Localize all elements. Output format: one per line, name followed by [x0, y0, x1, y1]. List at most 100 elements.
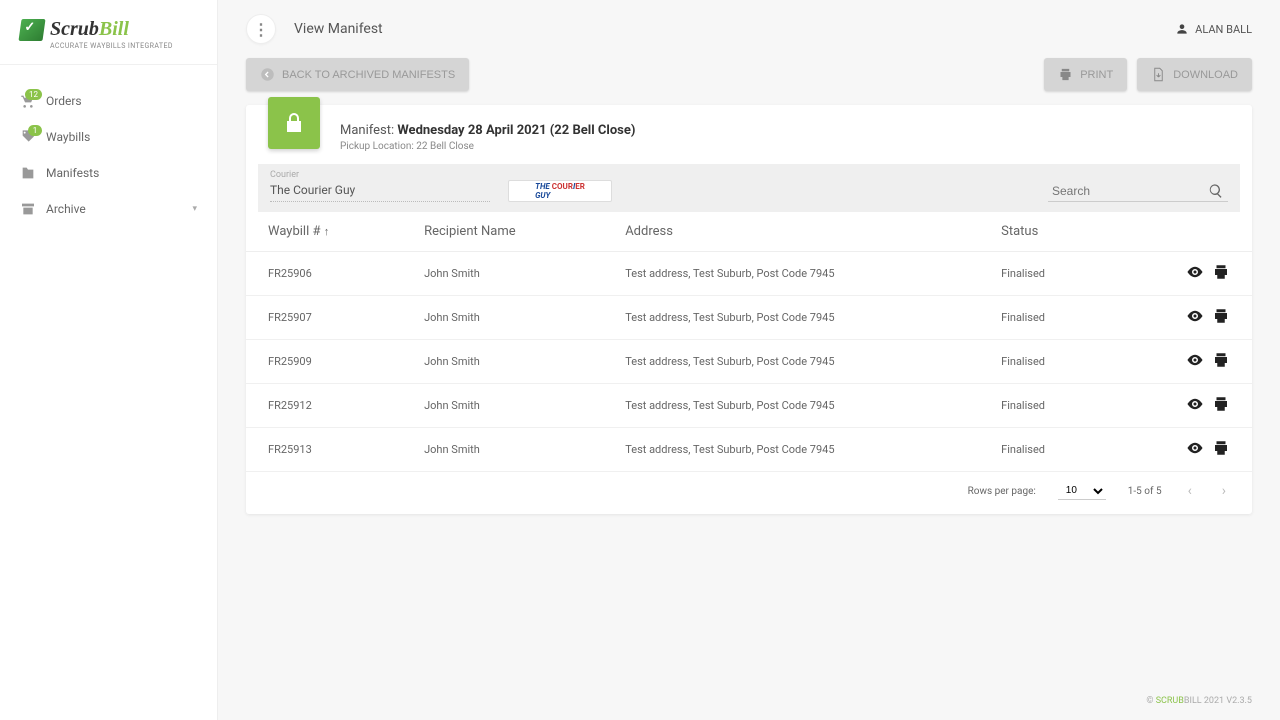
pickup-label: Pickup Location:	[340, 141, 414, 152]
back-button[interactable]: BACK TO ARCHIVED MANIFESTS	[246, 58, 469, 91]
search-icon	[1208, 183, 1224, 199]
cell-recipient: John Smith	[402, 252, 603, 296]
prev-page-button[interactable]: ‹	[1184, 483, 1196, 499]
table-row: FR25906John SmithTest address, Test Subu…	[246, 252, 1252, 296]
col-status[interactable]: Status	[979, 212, 1109, 252]
search-input[interactable]	[1052, 184, 1200, 198]
cell-recipient: John Smith	[402, 296, 603, 340]
table-row: FR25907John SmithTest address, Test Subu…	[246, 296, 1252, 340]
cell-address: Test address, Test Suburb, Post Code 794…	[603, 384, 979, 428]
page-title: View Manifest	[294, 21, 383, 37]
table-row: FR25912John SmithTest address, Test Subu…	[246, 384, 1252, 428]
print-row-icon[interactable]	[1212, 307, 1230, 325]
cell-waybill: FR25909	[246, 340, 402, 384]
cell-address: Test address, Test Suburb, Post Code 794…	[603, 428, 979, 472]
nav-label: Orders	[46, 94, 82, 108]
manifest-title-prefix: Manifest:	[340, 123, 394, 138]
tag-icon: 1	[20, 129, 36, 145]
courier-label: Courier	[270, 170, 490, 180]
sidebar: ScrubBill ACCURATE WAYBILLS INTEGRATED 1…	[0, 0, 218, 720]
print-row-icon[interactable]	[1212, 439, 1230, 457]
nav-item-orders[interactable]: 12 Orders	[0, 83, 217, 119]
main-content: ⋮ View Manifest ALAN BALL BACK TO ARCHIV…	[218, 0, 1280, 720]
download-label: DOWNLOAD	[1173, 69, 1238, 81]
toolbar: BACK TO ARCHIVED MANIFESTS PRINT DOWNLOA…	[218, 58, 1280, 105]
col-recipient[interactable]: Recipient Name	[402, 212, 603, 252]
print-button[interactable]: PRINT	[1044, 58, 1127, 91]
sort-asc-icon: ↑	[324, 225, 330, 238]
cell-recipient: John Smith	[402, 340, 603, 384]
nav-list: 12 Orders 1 Waybills Manifests	[0, 65, 217, 245]
nav-label: Manifests	[46, 166, 99, 180]
logo-text-2: Bill	[99, 18, 129, 40]
logo-icon	[18, 19, 45, 41]
cell-status: Finalised	[979, 252, 1109, 296]
person-icon	[1175, 22, 1189, 36]
user-menu[interactable]: ALAN BALL	[1175, 22, 1252, 36]
courier-value: The Courier Guy	[270, 181, 490, 202]
col-address[interactable]: Address	[603, 212, 979, 252]
pickup-value: 22 Bell Close	[416, 141, 474, 152]
download-icon	[1151, 67, 1166, 82]
topbar: ⋮ View Manifest ALAN BALL	[218, 0, 1280, 58]
waybills-badge: 1	[28, 125, 42, 136]
nav-label: Archive	[46, 202, 86, 216]
print-row-icon[interactable]	[1212, 263, 1230, 281]
courier-field[interactable]: Courier The Courier Guy	[270, 170, 490, 202]
cell-waybill: FR25913	[246, 428, 402, 472]
print-icon	[1058, 67, 1073, 82]
search-field[interactable]	[1048, 181, 1228, 202]
waybill-table: Waybill # ↑ Recipient Name Address Statu…	[246, 212, 1252, 472]
cell-status: Finalised	[979, 428, 1109, 472]
more-button[interactable]: ⋮	[246, 14, 276, 44]
cell-recipient: John Smith	[402, 384, 603, 428]
filter-row: Courier The Courier Guy THE COURIERGUY	[258, 164, 1240, 212]
archive-icon	[20, 201, 36, 217]
arrow-left-icon	[260, 67, 275, 82]
table-row: FR25913John SmithTest address, Test Subu…	[246, 428, 1252, 472]
back-label: BACK TO ARCHIVED MANIFESTS	[282, 69, 455, 81]
chevron-down-icon: ▾	[192, 204, 197, 214]
table-row: FR25909John SmithTest address, Test Subu…	[246, 340, 1252, 384]
view-icon[interactable]	[1186, 351, 1204, 369]
next-page-button[interactable]: ›	[1218, 483, 1230, 499]
print-row-icon[interactable]	[1212, 351, 1230, 369]
cell-address: Test address, Test Suburb, Post Code 794…	[603, 340, 979, 384]
view-icon[interactable]	[1186, 307, 1204, 325]
cell-address: Test address, Test Suburb, Post Code 794…	[603, 252, 979, 296]
manifest-title: Wednesday 28 April 2021 (22 Bell Close)	[397, 123, 635, 138]
view-icon[interactable]	[1186, 439, 1204, 457]
cell-waybill: FR25906	[246, 252, 402, 296]
view-icon[interactable]	[1186, 395, 1204, 413]
pager: Rows per page: 10 1-5 of 5 ‹ ›	[246, 472, 1252, 514]
cell-recipient: John Smith	[402, 428, 603, 472]
nav-item-archive[interactable]: Archive ▾	[0, 191, 217, 227]
logo-subtitle: ACCURATE WAYBILLS INTEGRATED	[50, 42, 197, 50]
orders-badge: 12	[25, 89, 42, 100]
cell-status: Finalised	[979, 296, 1109, 340]
pager-range: 1-5 of 5	[1128, 486, 1162, 497]
logo-text-1: Scrub	[50, 18, 99, 40]
cell-address: Test address, Test Suburb, Post Code 794…	[603, 296, 979, 340]
cell-status: Finalised	[979, 384, 1109, 428]
courier-logo: THE COURIERGUY	[508, 180, 612, 202]
download-button[interactable]: DOWNLOAD	[1137, 58, 1252, 91]
cart-icon: 12	[20, 93, 36, 109]
rpp-label: Rows per page:	[968, 486, 1036, 497]
lock-icon	[268, 97, 320, 149]
col-waybill[interactable]: Waybill # ↑	[246, 212, 402, 252]
rpp-select[interactable]: 10	[1058, 482, 1106, 500]
manifest-card: Manifest: Wednesday 28 April 2021 (22 Be…	[246, 105, 1252, 514]
logo: ScrubBill ACCURATE WAYBILLS INTEGRATED	[0, 0, 217, 65]
folder-icon	[20, 165, 36, 181]
user-name: ALAN BALL	[1195, 23, 1252, 36]
print-label: PRINT	[1080, 69, 1113, 81]
nav-item-manifests[interactable]: Manifests	[0, 155, 217, 191]
view-icon[interactable]	[1186, 263, 1204, 281]
cell-status: Finalised	[979, 340, 1109, 384]
footer: © SCRUBBILL 2021 V2.3.5	[218, 682, 1280, 720]
cell-waybill: FR25907	[246, 296, 402, 340]
nav-label: Waybills	[46, 130, 90, 144]
print-row-icon[interactable]	[1212, 395, 1230, 413]
nav-item-waybills[interactable]: 1 Waybills	[0, 119, 217, 155]
